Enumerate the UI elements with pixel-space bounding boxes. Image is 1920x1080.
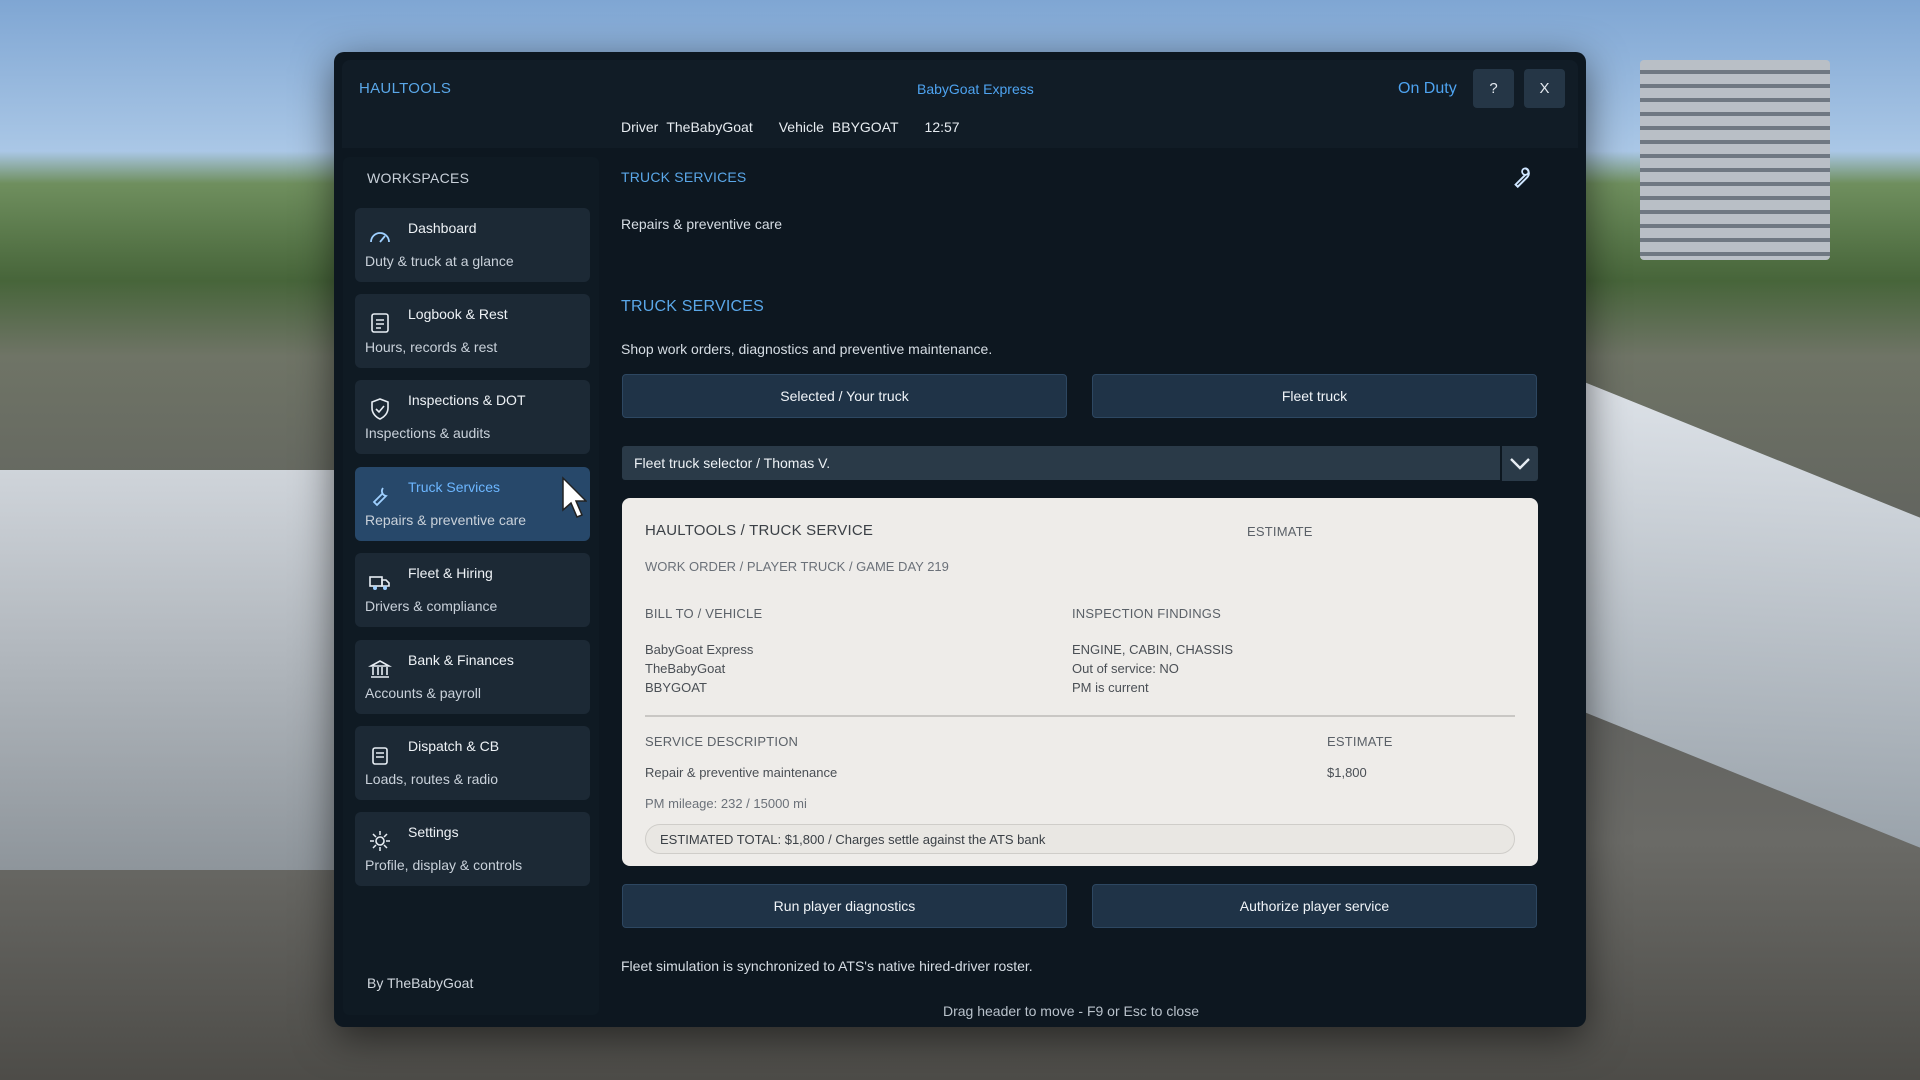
shield-icon [371,398,389,420]
background-trailer-left [0,470,335,870]
sidebar-item-sublabel: Profile, display & controls [365,857,523,873]
authorize-service-button[interactable]: Authorize player service [1092,884,1537,928]
section-subtitle: Repairs & preventive care [621,216,783,232]
finding-oos: Out of service: NO [1072,661,1179,676]
card-divider [645,715,1515,717]
bill-to-driver: TheBabyGoat [645,661,726,676]
game-time: 12:57 [924,119,960,135]
duty-status: On Duty [1398,80,1457,97]
wrench-icon[interactable] [1508,164,1534,190]
finding-pm: PM is current [1072,680,1149,695]
sidebar-item-label: Logbook & Rest [408,306,508,322]
sidebar-item-sublabel: Drivers & compliance [365,598,498,614]
company-name: BabyGoat Express [917,81,1034,97]
sidebar-item-label: Dashboard [408,220,477,236]
driver-info-bar: Driver TheBabyGoat Vehicle BBYGOAT 12:57 [621,119,960,135]
estimated-total: ESTIMATED TOTAL: $1,800 / Charges settle… [645,824,1515,854]
finding-systems: ENGINE, CABIN, CHASSIS [1072,642,1234,657]
mouse-cursor-icon [562,476,587,518]
sidebar-item-bank-finances[interactable]: Bank & Finances Accounts & payroll [355,640,590,714]
estimate-column-label: ESTIMATE [1327,734,1393,749]
author-credit: By TheBabyGoat [367,975,474,991]
background-building [1640,60,1830,260]
card-title: HAULTOOLS / TRUCK SERVICE [645,522,874,539]
sidebar-item-truck-services[interactable]: Truck Services Repairs & preventive care [355,467,590,541]
vehicle-name: BBYGOAT [831,119,899,135]
gear-icon [370,831,390,851]
section-heading-small: TRUCK SERVICES [621,169,747,185]
sidebar-item-label: Dispatch & CB [408,738,500,754]
radio-icon [372,747,388,765]
gauge-icon [370,232,390,243]
app-title: HAULTOOLS [359,80,452,97]
bank-icon [368,660,392,678]
sidebar-item-dashboard[interactable]: Dashboard Duty & truck at a glance [355,208,590,282]
sidebar-item-sublabel: Hours, records & rest [365,339,498,355]
sidebar-item-fleet-hiring[interactable]: Fleet & Hiring Drivers & compliance [355,553,590,627]
pm-mileage: PM mileage: 232 / 15000 mi [645,796,807,811]
close-button[interactable]: X [1524,69,1565,108]
sidebar-item-label: Settings [408,824,459,840]
service-amount: $1,800 [1327,765,1367,780]
bill-to-vehicle: BBYGOAT [645,680,707,695]
logbook-icon [371,313,389,333]
section-description: Shop work orders, diagnostics and preven… [621,341,993,357]
workspaces-heading: WORKSPACES [367,170,470,186]
chevron-down-icon[interactable] [1502,446,1538,481]
wrench-icon [372,487,388,507]
fleet-truck-button[interactable]: Fleet truck [1092,374,1537,418]
sidebar-item-sublabel: Accounts & payroll [365,685,481,701]
sidebar-item-sublabel: Inspections & audits [365,425,491,441]
sidebar-item-label: Truck Services [408,479,501,495]
sidebar-item-sublabel: Repairs & preventive care [365,512,527,528]
sidebar-item-label: Fleet & Hiring [408,565,493,581]
sidebar-item-logbook[interactable]: Logbook & Rest Hours, records & rest [355,294,590,368]
driver-label: Driver [621,119,659,135]
selected-truck-button[interactable]: Selected / Your truck [622,374,1067,418]
sidebar-item-settings[interactable]: Settings Profile, display & controls [355,812,590,886]
background-trailer-right [1585,382,1920,848]
help-button[interactable]: ? [1473,69,1514,108]
findings-label: INSPECTION FINDINGS [1072,606,1221,621]
service-description-label: SERVICE DESCRIPTION [645,734,799,749]
sidebar-item-sublabel: Duty & truck at a glance [365,253,514,269]
estimate-badge: ESTIMATE [1247,524,1313,539]
sidebar-item-label: Bank & Finances [408,652,514,668]
footer-hint: Drag header to move - F9 or Esc to close [943,1003,1199,1019]
run-diagnostics-button[interactable]: Run player diagnostics [622,884,1067,928]
bill-to-company: BabyGoat Express [645,642,754,657]
bill-to-label: BILL TO / VEHICLE [645,606,763,621]
window-header[interactable] [342,60,1578,148]
sync-note: Fleet simulation is synchronized to ATS'… [621,958,1033,974]
fleet-truck-selector[interactable]: Fleet truck selector / Thomas V. [622,446,1500,480]
work-order-line: WORK ORDER / PLAYER TRUCK / GAME DAY 219 [645,559,949,574]
sidebar-item-sublabel: Loads, routes & radio [365,771,499,787]
service-description: Repair & preventive maintenance [645,765,838,780]
vehicle-label: Vehicle [778,119,824,135]
truck-icon [369,576,390,590]
service-estimate-card: HAULTOOLS / TRUCK SERVICE ESTIMATE WORK … [622,498,1538,866]
section-heading: TRUCK SERVICES [621,298,764,315]
sidebar-item-inspections[interactable]: Inspections & DOT Inspections & audits [355,380,590,454]
driver-name: TheBabyGoat [666,119,753,135]
sidebar-item-dispatch-cb[interactable]: Dispatch & CB Loads, routes & radio [355,726,590,800]
sidebar-item-label: Inspections & DOT [408,392,526,408]
